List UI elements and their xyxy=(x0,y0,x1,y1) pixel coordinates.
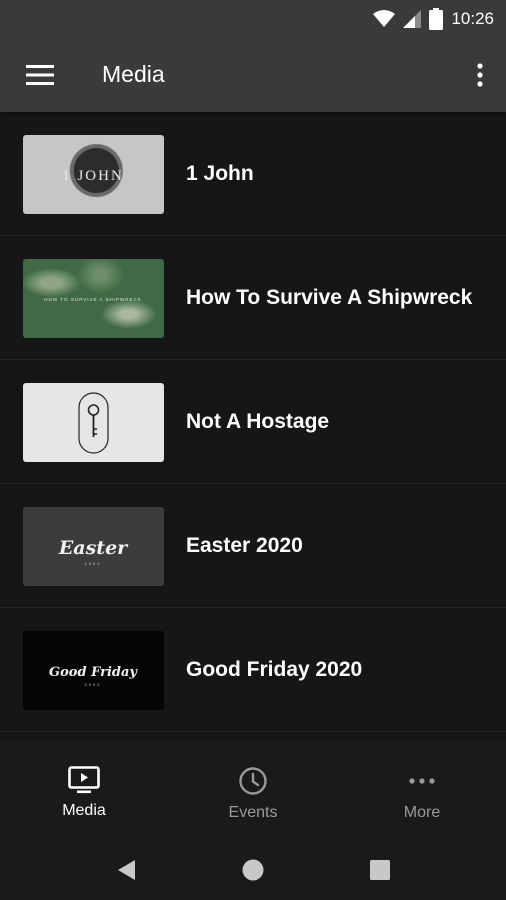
media-thumbnail: Easter 2020 xyxy=(23,507,164,586)
status-bar: 10:26 xyxy=(0,0,506,38)
media-item-title: Easter 2020 xyxy=(186,533,303,557)
media-thumbnail xyxy=(23,383,164,462)
nav-tab-label: Media xyxy=(62,802,106,819)
thumbnail-subtext: 2020 xyxy=(85,561,102,566)
wifi-icon xyxy=(373,10,396,27)
home-circle-icon xyxy=(242,859,264,881)
media-item[interactable]: Easter 2020 Easter 2020 xyxy=(0,484,506,608)
nav-tab-label: More xyxy=(403,804,441,821)
media-list: 1 JOHN 1 John HOW TO SURVIVE A SHIPWRECK… xyxy=(0,112,506,732)
more-vertical-icon xyxy=(477,63,483,87)
nav-tab-events[interactable]: Events xyxy=(169,742,337,840)
back-triangle-icon xyxy=(118,860,135,880)
media-item[interactable]: Good Friday 2020 Good Friday 2020 xyxy=(0,608,506,732)
bottom-navigation: Media Events More xyxy=(0,742,506,840)
recents-square-icon xyxy=(370,860,390,880)
media-item-title: How To Survive A Shipwreck xyxy=(186,285,473,309)
more-horizontal-icon xyxy=(409,778,435,784)
media-thumbnail: HOW TO SURVIVE A SHIPWRECK xyxy=(23,259,164,338)
menu-button[interactable] xyxy=(20,59,60,91)
media-item[interactable]: HOW TO SURVIVE A SHIPWRECK How To Surviv… xyxy=(0,236,506,360)
media-item-title: Not A Hostage xyxy=(186,409,330,433)
media-item[interactable]: 1 JOHN 1 John xyxy=(0,112,506,236)
thumbnail-text: 1 JOHN xyxy=(62,168,124,184)
media-thumbnail: Good Friday 2020 xyxy=(23,631,164,710)
media-item-title: 1 John xyxy=(186,161,254,185)
thumbnail-art: 1 JOHN xyxy=(62,168,124,184)
app-bar: Media xyxy=(0,38,506,112)
battery-icon xyxy=(429,8,444,30)
tv-play-icon xyxy=(68,766,100,794)
thumbnail-text: Easter xyxy=(58,537,129,559)
thumbnail-text: HOW TO SURVIVE A SHIPWRECK xyxy=(44,297,142,302)
recents-button[interactable] xyxy=(360,852,400,888)
thumbnail-art: HOW TO SURVIVE A SHIPWRECK xyxy=(44,297,142,302)
media-item[interactable]: Not A Hostage xyxy=(0,360,506,484)
key-icon xyxy=(78,392,109,454)
media-thumbnail: 1 JOHN xyxy=(23,135,164,214)
status-time: 10:26 xyxy=(451,9,494,28)
clock-icon xyxy=(239,767,267,795)
thumbnail-subtext: 2020 xyxy=(85,682,102,687)
back-button[interactable] xyxy=(106,852,146,888)
home-button[interactable] xyxy=(233,852,273,888)
thumbnail-art: Easter 2020 xyxy=(58,537,129,566)
status-icons: 10:26 xyxy=(373,8,494,30)
thumbnail-art: Good Friday 2020 xyxy=(49,665,138,687)
nav-tab-label: Events xyxy=(228,804,278,821)
overflow-menu-button[interactable] xyxy=(468,59,492,91)
system-navigation-bar xyxy=(0,840,506,900)
hamburger-icon xyxy=(26,65,54,85)
thumbnail-text: Good Friday xyxy=(49,665,138,680)
nav-tab-media[interactable]: Media xyxy=(0,742,168,840)
media-item-title: Good Friday 2020 xyxy=(186,657,363,681)
nav-tab-more[interactable]: More xyxy=(338,742,506,840)
signal-icon xyxy=(403,10,422,28)
page-title: Media xyxy=(102,61,165,87)
